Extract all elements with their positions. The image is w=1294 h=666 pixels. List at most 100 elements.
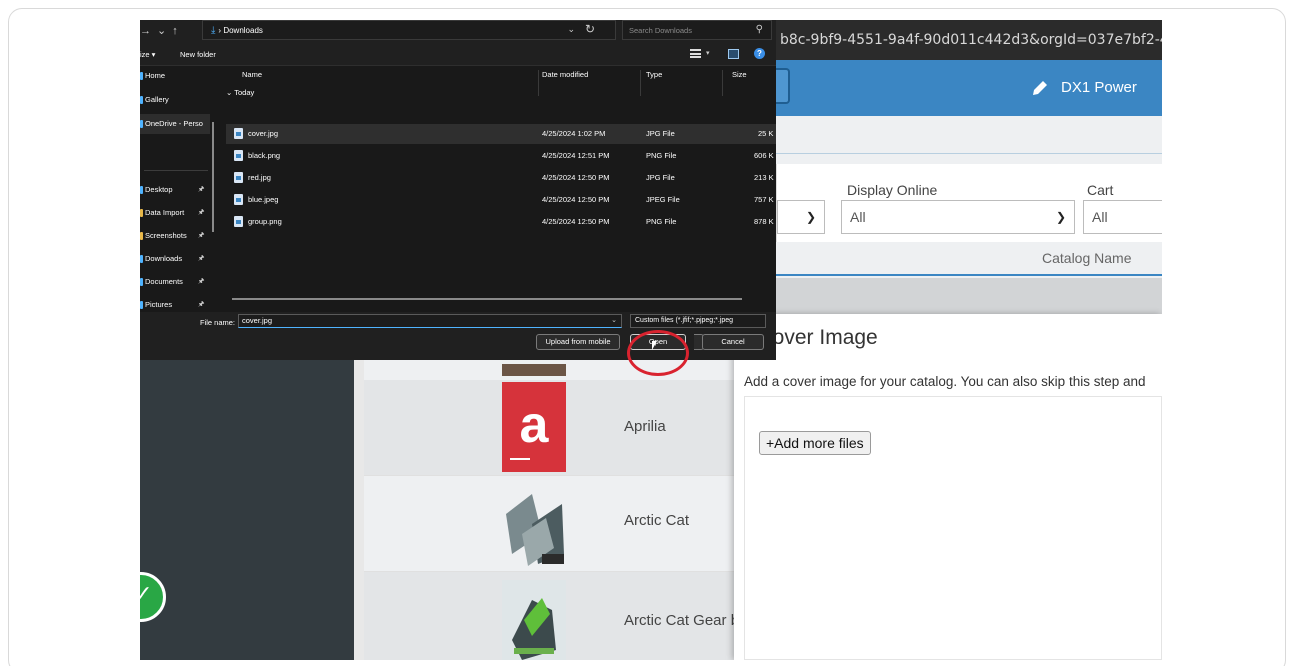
preview-pane-icon[interactable] [728, 49, 739, 59]
pin-icon: 🖈 [198, 209, 205, 216]
nav-item-documents[interactable]: Documents 🖈 [140, 272, 210, 292]
upload-from-mobile-button[interactable]: Upload from mobile [536, 334, 620, 350]
column-separator [722, 70, 723, 96]
catalog-name[interactable]: Arctic Cat Gear b [624, 612, 739, 629]
file-type: JPG File [646, 173, 675, 182]
display-online-value: All [850, 209, 866, 225]
file-date: 4/25/2024 12:51 PM [542, 151, 610, 160]
file-open-dialog: →⌄↑ ⤓ › Downloads ⌄ ↻ Search Downloads ⚲ … [140, 20, 776, 360]
cart-label: Cart [1087, 182, 1114, 198]
file-size: 878 K [754, 217, 774, 226]
file-size: 25 K [758, 129, 774, 138]
nav-item-screenshots[interactable]: Screenshots 🖈 [140, 226, 210, 246]
nav-scrollbar[interactable] [212, 122, 214, 232]
filter-bar: ❯ Display Online All ❯ Cart All [776, 164, 1162, 242]
organize-button[interactable]: ize ▾ [140, 50, 155, 59]
file-name-label: File name: [200, 318, 236, 327]
highlight-circle [627, 330, 689, 376]
file-name-value: cover.jpg [242, 316, 273, 325]
cancel-button[interactable]: Cancel [702, 334, 764, 350]
catalog-thumbnail: a [502, 382, 566, 472]
chevron-down-icon[interactable]: ⌄ [567, 24, 575, 35]
group-header-today[interactable]: ⌄ Today [226, 88, 254, 97]
column-header-name[interactable]: Name [242, 70, 262, 79]
file-row[interactable]: black.png 4/25/2024 12:51 PM PNG File 60… [226, 146, 776, 166]
breadcrumb: ⤓ › Downloads [211, 25, 263, 36]
breadcrumb-downloads[interactable]: Downloads [223, 26, 263, 35]
column-header-type[interactable]: Type [646, 70, 662, 79]
chevron-down-icon[interactable]: ▾ [706, 49, 710, 57]
file-list: Name Date modified Type Size ⌄ Today cov… [226, 66, 776, 312]
file-row[interactable]: group.png 4/25/2024 12:50 PM PNG File 87… [226, 212, 776, 232]
file-type: JPEG File [646, 195, 680, 204]
horizontal-scrollbar[interactable] [232, 298, 742, 300]
nav-arrows-icon[interactable]: →⌄↑ [140, 24, 184, 37]
search-downloads-input[interactable]: Search Downloads ⚲ [622, 20, 772, 40]
modal-description: Add a cover image for your catalog. You … [744, 374, 1146, 389]
cart-select[interactable]: All [1083, 200, 1162, 234]
catalog-name[interactable]: Arctic Cat [624, 512, 689, 529]
file-row[interactable]: blue.jpeg 4/25/2024 12:50 PM JPEG File 7… [226, 190, 776, 210]
dialog-toolbar: ize ▾ New folder ▾ ? [140, 44, 776, 66]
file-row[interactable]: cover.jpg 4/25/2024 1:02 PM JPG File 25 … [226, 124, 776, 144]
header-menu-button[interactable] [776, 68, 790, 104]
file-drop-zone[interactable]: +Add more files [744, 396, 1162, 660]
help-icon[interactable]: ? [754, 48, 765, 59]
table-row[interactable]: Arctic Cat [364, 476, 734, 572]
file-date: 4/25/2024 12:50 PM [542, 217, 610, 226]
column-header-date[interactable]: Date modified [542, 70, 588, 79]
dialog-nav-pane: Home Gallery OneDrive - Perso Desktop 🖈 D… [140, 66, 216, 312]
file-row[interactable]: red.jpg 4/25/2024 12:50 PM JPG File 213 … [226, 168, 776, 188]
refresh-icon[interactable]: ↻ [585, 22, 595, 36]
download-icon [140, 255, 143, 263]
file-size: 757 K [754, 195, 774, 204]
table-row[interactable]: a Aprilia [364, 380, 734, 476]
catalog-thumbnail [502, 364, 566, 376]
column-header-size[interactable]: Size [732, 70, 747, 79]
file-date: 4/25/2024 12:50 PM [542, 173, 610, 182]
nav-item-gallery[interactable]: Gallery [140, 90, 210, 110]
table-row[interactable]: Arctic Cat Gear b [364, 572, 739, 660]
view-options-icon[interactable] [690, 49, 701, 58]
svg-text:a: a [520, 396, 550, 454]
nav-item-label: Gallery [145, 95, 169, 104]
file-type: JPG File [646, 129, 675, 138]
nav-item-home[interactable]: Home [140, 66, 210, 86]
catalog-table-header: Catalog Name [776, 242, 1162, 276]
nav-item-data-import[interactable]: Data Import 🖈 [140, 203, 210, 223]
pictures-icon [140, 301, 143, 309]
header-title[interactable]: DX1 Power [1061, 60, 1137, 116]
chevron-down-icon[interactable]: ⌄ [611, 315, 617, 327]
add-more-files-button[interactable]: +Add more files [759, 431, 871, 455]
file-name-input[interactable]: cover.jpg ⌄ [238, 314, 622, 328]
folder-icon [140, 232, 143, 240]
file-type-select[interactable]: Custom files (*.jfif;*.pjpeg;*.jpeg [630, 314, 766, 328]
pin-icon: 🖈 [198, 186, 205, 193]
address-box[interactable]: ⤓ › Downloads ⌄ ↻ [202, 20, 616, 40]
nav-item-label: Data Import [145, 208, 185, 217]
filter-select-partial[interactable]: ❯ [777, 200, 825, 234]
file-date: 4/25/2024 1:02 PM [542, 129, 606, 138]
image-file-icon [234, 216, 243, 227]
display-online-label: Display Online [847, 182, 938, 198]
column-separator [538, 70, 539, 96]
nav-item-label: Documents [145, 277, 183, 286]
image-file-icon [234, 150, 243, 161]
pin-icon: 🖈 [198, 278, 205, 285]
catalog-name-column-header[interactable]: Catalog Name [1042, 250, 1132, 266]
nav-item-label: OneDrive - Perso [145, 119, 203, 128]
catalog-name[interactable]: Aprilia [624, 418, 666, 435]
file-type-value: Custom files (*.jfif;*.pjpeg;*.jpeg [635, 317, 734, 324]
left-sidebar [140, 360, 354, 660]
file-name: red.jpg [248, 173, 271, 182]
nav-item-downloads[interactable]: Downloads 🖈 [140, 249, 210, 269]
new-folder-button[interactable]: New folder [180, 50, 216, 59]
nav-item-desktop[interactable]: Desktop 🖈 [140, 180, 210, 200]
screenshot-area: b8c-9bf9-4551-9a4f-90d011c442d3&orgId=03… [140, 20, 1162, 660]
display-online-select[interactable]: All ❯ [841, 200, 1075, 234]
image-file-icon [234, 128, 243, 139]
browser-url-bar[interactable]: b8c-9bf9-4551-9a4f-90d011c442d3&orgId=03… [776, 20, 1162, 60]
cover-image-modal: d Cover Image Add a cover image for your… [734, 314, 1162, 660]
download-arrow-icon: ⤓ [211, 25, 216, 36]
nav-item-onedrive[interactable]: OneDrive - Perso [140, 114, 210, 134]
